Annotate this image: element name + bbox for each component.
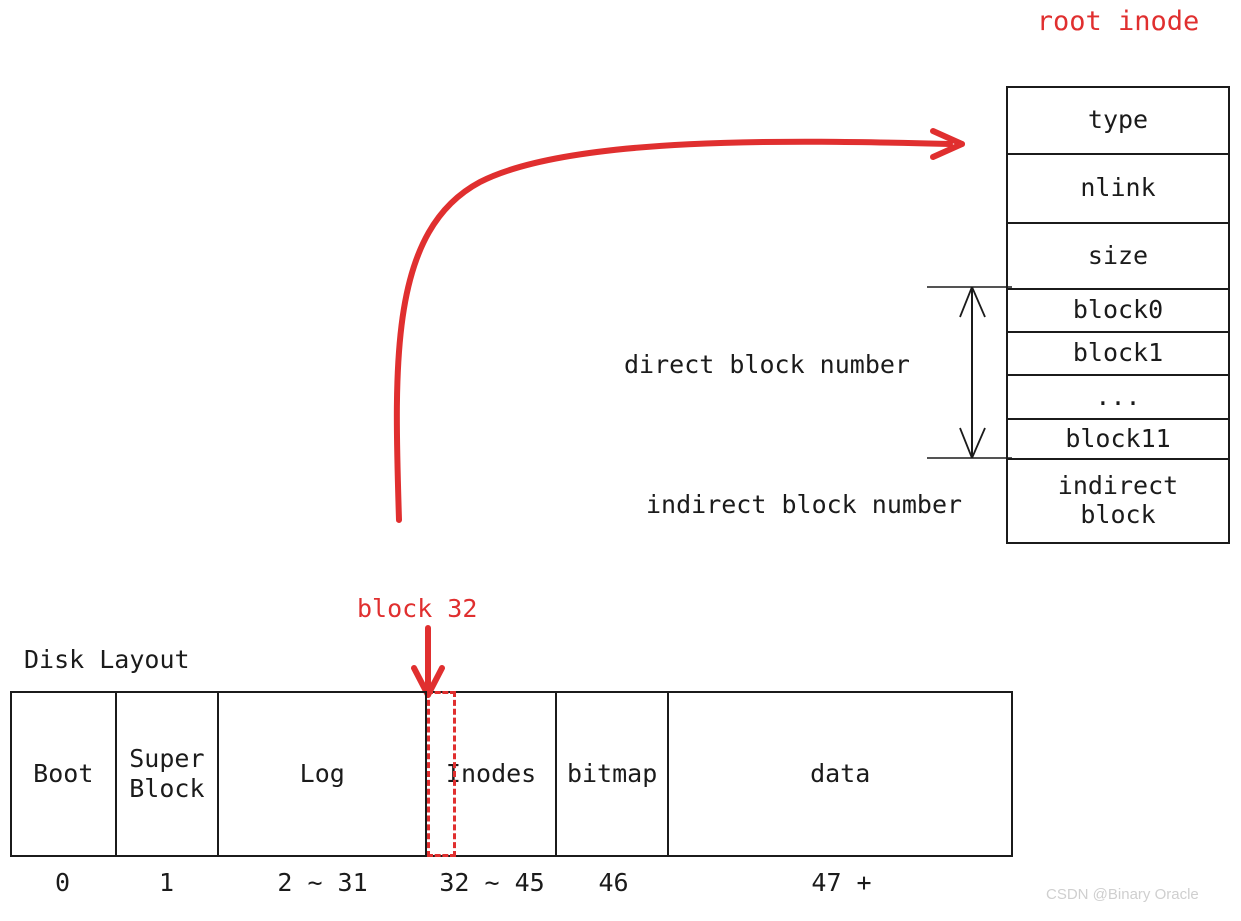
inode-field-indirect-line1: indirect bbox=[1057, 471, 1179, 501]
disk-cell-super-block-line1: Super bbox=[129, 744, 205, 773]
disk-cell-bitmap: bitmap bbox=[557, 693, 670, 855]
direct-block-number-label: direct block number bbox=[624, 350, 910, 379]
disk-cell-log: Log bbox=[219, 693, 428, 855]
inode-field-indirect-block: indirect block bbox=[1008, 460, 1228, 542]
disk-cell-boot: Boot bbox=[12, 693, 117, 855]
disk-range-log: 2 ~ 31 bbox=[277, 868, 368, 897]
inode-field-block1: block1 bbox=[1008, 333, 1228, 376]
disk-range-data: 47 + bbox=[811, 868, 872, 897]
indirect-block-number-label: indirect block number bbox=[646, 490, 963, 519]
disk-cell-data: data bbox=[810, 759, 871, 788]
disk-cell-super-block-line2: Block bbox=[129, 774, 205, 803]
inode-field-nlink: nlink bbox=[1008, 155, 1228, 224]
block-32-label: block 32 bbox=[357, 594, 478, 623]
inode-field-type: type bbox=[1008, 88, 1228, 155]
disk-range-boot: 0 bbox=[54, 868, 71, 897]
inode-field-size: size bbox=[1008, 224, 1228, 290]
inode-field-block0: block0 bbox=[1008, 290, 1228, 333]
root-inode-title: root inode bbox=[1036, 6, 1200, 37]
root-inode-table: type nlink size block0 block1 ... block1… bbox=[1006, 86, 1230, 544]
inode-field-ellipsis: ... bbox=[1008, 376, 1228, 420]
disk-cell-super-block: Super Block bbox=[117, 693, 220, 855]
disk-layout-table: Boot Super Block Log Inodes bitmap data bbox=[10, 691, 1013, 857]
disk-layout-range-labels: 0 1 2 ~ 31 32 ~ 45 46 47 + bbox=[10, 868, 1013, 908]
diagram-canvas: root inode type nlink size block0 block1… bbox=[0, 0, 1241, 921]
block-32-down-arrow bbox=[411, 625, 445, 698]
disk-range-bitmap: 46 bbox=[598, 868, 629, 897]
disk-cell-inodes: Inodes bbox=[427, 693, 557, 855]
inode-field-block11: block11 bbox=[1008, 420, 1228, 460]
disk-layout-title: Disk Layout bbox=[24, 645, 190, 674]
inode-field-indirect-line2: block bbox=[1080, 500, 1156, 529]
disk-range-super-block: 1 bbox=[158, 868, 175, 897]
csdn-watermark: CSDN @Binary Oracle bbox=[1046, 886, 1199, 903]
disk-range-inodes: 32 ~ 45 bbox=[439, 868, 545, 897]
direct-block-range-bracket bbox=[927, 286, 1012, 459]
